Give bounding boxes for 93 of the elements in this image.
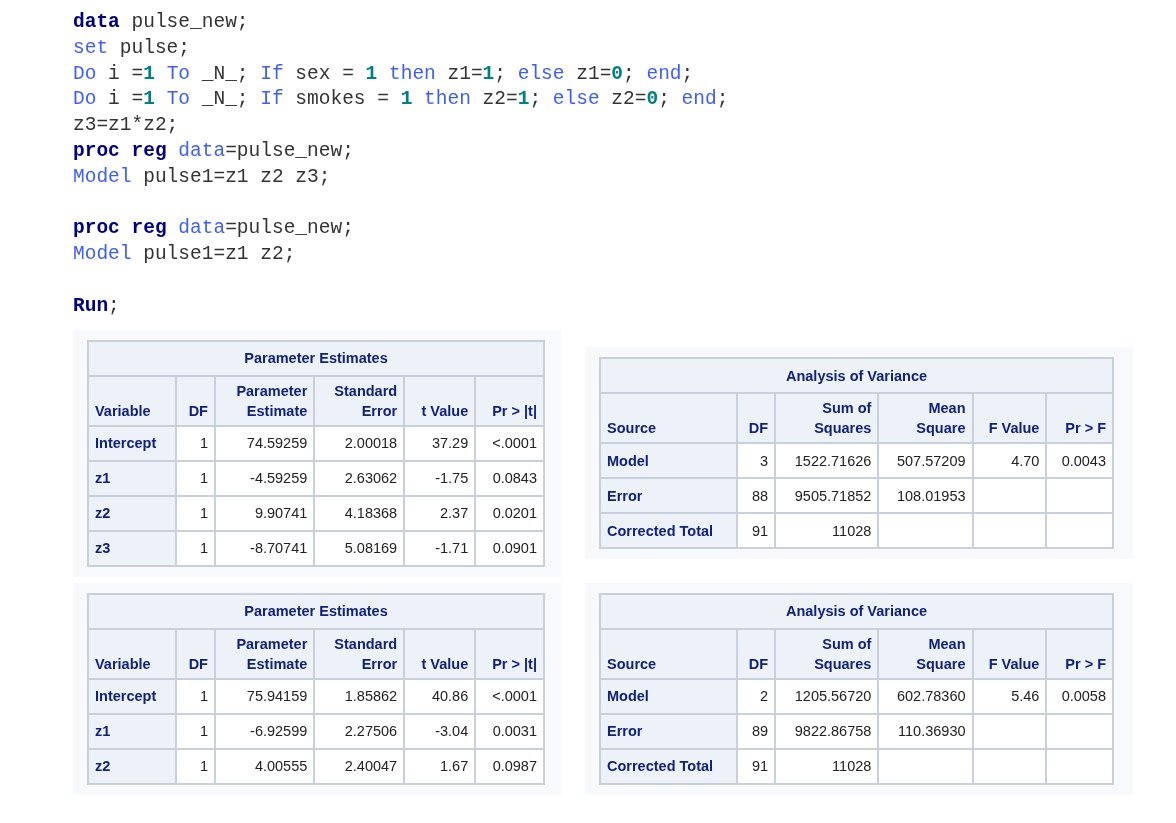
table-cell: 74.59259: [215, 425, 315, 461]
table-cell: 11028: [775, 748, 879, 784]
table-cell: 4.70: [972, 443, 1047, 479]
row-header: Intercept: [88, 678, 176, 714]
table-cell: 0.0201: [475, 495, 544, 531]
table-cell: 4.18368: [314, 495, 405, 531]
row-header: z1: [88, 713, 176, 749]
column-header: DF: [737, 393, 775, 444]
code-line: Model pulse1=z1 z2 z3;: [73, 164, 331, 190]
table-cell: 602.78360: [878, 678, 973, 714]
table-cell: 0.0901: [475, 530, 544, 566]
table-cell: <.0001: [475, 678, 544, 714]
table-cell: 1.85862: [314, 678, 405, 714]
table-cell: 9505.71852: [775, 478, 879, 514]
column-header: Standard Error: [314, 628, 405, 679]
column-header: DF: [176, 375, 215, 426]
column-header: Standard Error: [314, 375, 405, 426]
row-header: Model: [600, 443, 737, 479]
row-header: Error: [600, 713, 737, 749]
table-cell: 0.0031: [475, 713, 544, 749]
row-header: Model: [600, 678, 737, 714]
table-cell: 1205.56720: [775, 678, 879, 714]
code-line: Run;: [73, 293, 120, 319]
code-line: data pulse_new;: [73, 10, 249, 35]
column-header: Mean Square: [878, 393, 973, 444]
table-title: Parameter Estimates: [88, 593, 544, 629]
table-cell: -8.70741: [215, 530, 315, 566]
column-header: Parameter Estimate: [215, 375, 315, 426]
column-header: Source: [600, 628, 737, 679]
column-header: Parameter Estimate: [215, 628, 315, 679]
table-cell: 110.36930: [878, 713, 973, 749]
column-header: t Value: [404, 628, 476, 679]
code-line: Do i =1 To _N_; If smokes = 1 then z2=1; else z2=0; end;: [73, 87, 729, 113]
table-title: Analysis of Variance: [600, 593, 1113, 629]
column-header: F Value: [972, 628, 1047, 679]
table-cell: <.0001: [475, 425, 544, 461]
column-header: Variable: [88, 628, 176, 679]
table-cell: 0.0043: [1046, 443, 1113, 479]
table-cell: 2.27506: [314, 713, 405, 749]
table-cell: -3.04: [404, 713, 476, 749]
table-title: Parameter Estimates: [88, 340, 544, 376]
table-cell: 9822.86758: [775, 713, 879, 749]
table-cell: 1522.71626: [775, 443, 879, 479]
column-header: Pr > |t|: [475, 628, 544, 679]
table-cell: 0.0058: [1046, 678, 1113, 714]
table-cell: 9.90741: [215, 495, 315, 531]
column-header: Sum of Squares: [775, 393, 879, 444]
code-line: Model pulse1=z1 z2;: [73, 242, 296, 268]
column-header: Sum of Squares: [775, 628, 879, 679]
table-cell: 507.57209: [878, 443, 973, 479]
row-header: z3: [88, 530, 176, 566]
row-header: z2: [88, 495, 176, 531]
table-cell: 0.0843: [475, 460, 544, 496]
column-header: Pr > F: [1046, 393, 1113, 444]
table-cell: -1.71: [404, 530, 476, 566]
code-line: proc reg data=pulse_new;: [73, 216, 354, 242]
table-cell: 5.08169: [314, 530, 405, 566]
column-header: Pr > F: [1046, 628, 1113, 679]
table-cell: 2.00018: [314, 425, 405, 461]
table-cell: 108.01953: [878, 478, 973, 514]
column-header: Mean Square: [878, 628, 973, 679]
row-header: z1: [88, 460, 176, 496]
column-header: DF: [737, 628, 775, 679]
table-cell: 0.0987: [475, 748, 544, 784]
table-cell: 4.00555: [215, 748, 315, 784]
table-cell: 11028: [775, 513, 879, 549]
table-cell: 5.46: [972, 678, 1047, 714]
code-line: proc reg data=pulse_new;: [73, 139, 354, 164]
table-cell: 37.29: [404, 425, 476, 461]
table-cell: 40.86: [404, 678, 476, 714]
table-title: Analysis of Variance: [600, 358, 1113, 394]
column-header: Variable: [88, 375, 176, 426]
column-header: t Value: [404, 375, 476, 426]
column-header: Pr > |t|: [475, 375, 544, 426]
table-cell: -6.92599: [215, 713, 315, 749]
table-cell: 2.40047: [314, 748, 405, 784]
code-line: set pulse;: [73, 35, 191, 61]
row-header: Intercept: [88, 425, 176, 461]
column-header: Source: [600, 393, 737, 444]
table-cell: -1.75: [404, 460, 476, 496]
row-header: Error: [600, 478, 737, 514]
row-header: z2: [88, 748, 176, 784]
table-cell: 1.67: [404, 748, 476, 784]
table-cell: 2.63062: [314, 460, 405, 496]
code-line: Do i =1 To _N_; If sex = 1 then z1=1; else z1=0; end;: [73, 61, 694, 87]
table-cell: 75.94159: [215, 678, 315, 714]
column-header: DF: [176, 628, 215, 679]
row-header: Corrected Total: [600, 748, 737, 784]
table-cell: -4.59259: [215, 460, 315, 496]
row-header: Corrected Total: [600, 513, 737, 549]
table-cell: 2.37: [404, 495, 476, 531]
column-header: F Value: [972, 393, 1047, 444]
code-line: z3=z1*z2;: [73, 113, 179, 139]
